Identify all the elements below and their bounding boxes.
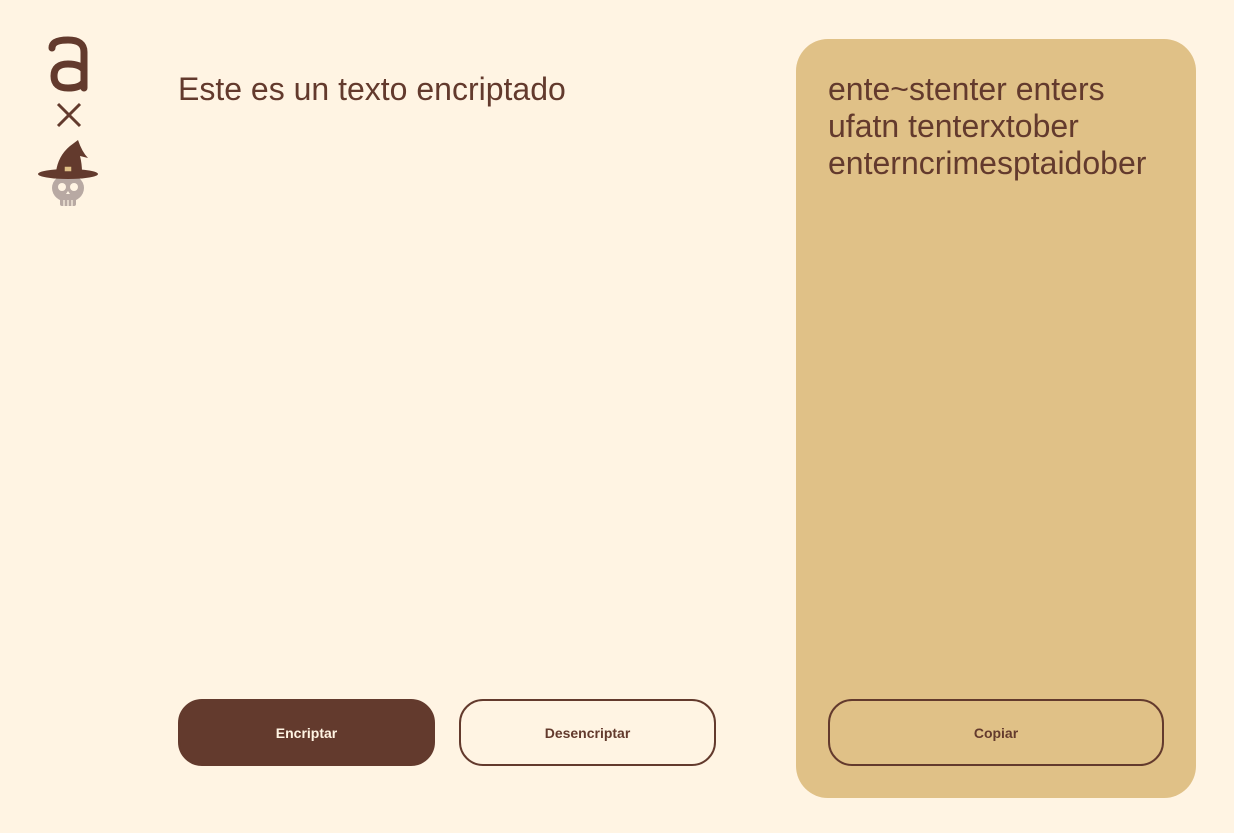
encrypt-button[interactable]: Encriptar bbox=[178, 699, 435, 766]
letter-a-icon bbox=[48, 36, 88, 92]
output-panel: ente~stenter enters ufatn tenterxtober e… bbox=[796, 39, 1196, 798]
encryptor-app: Este es un texto encriptado Encriptar De… bbox=[0, 0, 1234, 833]
copy-button[interactable]: Copiar bbox=[828, 699, 1164, 766]
cross-icon bbox=[56, 102, 82, 128]
logo-icon bbox=[38, 36, 98, 206]
decrypt-button[interactable]: Desencriptar bbox=[459, 699, 716, 766]
input-textarea[interactable]: Este es un texto encriptado bbox=[178, 70, 738, 650]
output-text: ente~stenter enters ufatn tenterxtober e… bbox=[828, 71, 1147, 181]
witch-hat-icon bbox=[38, 140, 98, 179]
